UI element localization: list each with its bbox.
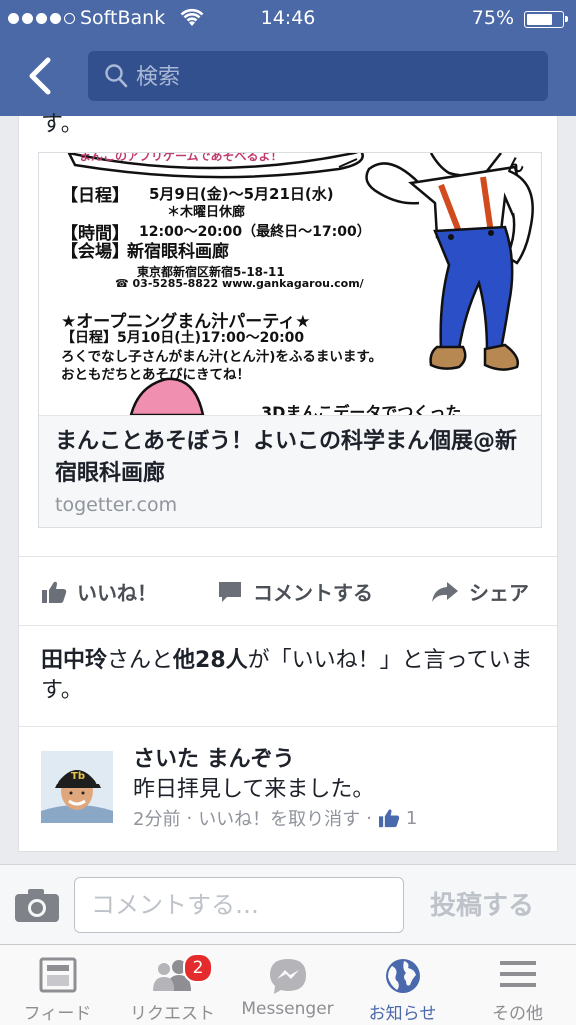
link-preview-image: まんこのアプリゲームであそべるよ！ ん 【日程】 5月9日(金)〜5月21日(水… bbox=[39, 153, 541, 415]
poster-venue-label: 【会場】 bbox=[61, 242, 129, 262]
tab-label: Messenger bbox=[241, 999, 334, 1019]
battery-percentage: 75% bbox=[471, 7, 514, 29]
poster-phone: ☎ 03-5285-8822 www.gankagarou.com/ bbox=[115, 277, 364, 290]
comment-time: 2分前 bbox=[133, 809, 181, 830]
link-info: まんことあそぼう！よいこの科学まん個展@新宿眼科画廊 togetter.com bbox=[39, 415, 541, 527]
globe-icon bbox=[385, 959, 420, 993]
poster-venue-value: 新宿眼科画廊 bbox=[127, 242, 229, 262]
share-icon bbox=[432, 581, 458, 602]
svg-text:Tb: Tb bbox=[71, 771, 85, 782]
post-text-truncated: す。 bbox=[41, 112, 83, 137]
tab-notifications[interactable]: お知らせ bbox=[345, 945, 460, 1025]
avatar[interactable]: Tb bbox=[41, 751, 113, 823]
likes-text-1: さんと bbox=[107, 648, 174, 673]
liker-name[interactable]: 田中玲 bbox=[41, 648, 107, 673]
likers-others[interactable]: 他28人 bbox=[173, 648, 248, 673]
messenger-icon bbox=[269, 959, 306, 994]
menu-icon bbox=[499, 961, 536, 987]
likes-summary[interactable]: 田中玲さんと他28人が「いいね！」と言っています。 bbox=[41, 646, 541, 706]
tab-messenger[interactable]: Messenger bbox=[230, 945, 345, 1025]
post-comment-button[interactable]: 投稿する bbox=[430, 885, 534, 922]
tab-label: その他 bbox=[492, 1004, 543, 1024]
tab-feed[interactable]: フィード bbox=[0, 945, 115, 1025]
poster-party-line1: ろくでなし子さんがまん汁(とん汁)をふるまいます。 bbox=[61, 349, 383, 365]
battery-icon bbox=[524, 11, 568, 28]
top-navigation-bar: SoftBank 14:46 75% bbox=[0, 0, 576, 116]
commenter-photo: Tb bbox=[41, 751, 113, 823]
search-input[interactable] bbox=[134, 59, 538, 95]
back-arrow-icon[interactable] bbox=[24, 56, 58, 96]
comment-label: コメントする bbox=[253, 581, 373, 605]
tab-more[interactable]: その他 bbox=[460, 945, 575, 1025]
tab-requests[interactable]: 2 リクエスト bbox=[115, 945, 230, 1025]
comment-icon bbox=[219, 581, 241, 602]
comment-item: Tb さいた まんぞう 昨日拝見して来ました。 2分前 · いいね！を取り消す … bbox=[19, 726, 557, 852]
poster-party-line2: おともだちとあそびにきてね！ bbox=[61, 367, 250, 383]
poster-closed-note: ＊木曜日休廊 bbox=[167, 205, 246, 220]
poster-banner: まんこのアプリゲームであそべるよ！ bbox=[79, 153, 283, 163]
comment-input[interactable]: コメントする… bbox=[74, 877, 404, 933]
unlike-link[interactable]: いいね！を取り消す bbox=[198, 805, 360, 831]
poster-party-date: 【日程】5月10日(土)17:00〜20:00 bbox=[61, 330, 305, 346]
poster-side-text: ん bbox=[507, 156, 524, 176]
comment-like-count[interactable]: 1 bbox=[406, 808, 417, 829]
tab-label: お知らせ bbox=[368, 1004, 437, 1024]
camera-icon[interactable] bbox=[14, 887, 60, 923]
separator-dot: · bbox=[366, 807, 372, 829]
poster-bottom-text: 3Dまんこデータでつくった bbox=[261, 403, 462, 415]
link-domain: togetter.com bbox=[55, 494, 178, 516]
requests-badge: 2 bbox=[183, 953, 213, 983]
comment-text: 昨日拝見して来ました。 bbox=[133, 777, 375, 802]
tab-bar: フィード 2 リクエスト Messenger お知らせ その他 bbox=[0, 944, 576, 1025]
like-label: いいね！ bbox=[77, 581, 157, 605]
search-bar[interactable] bbox=[88, 51, 548, 101]
post-actions-bar: いいね！ コメントする シェア bbox=[19, 556, 557, 626]
poster-date-label: 【日程】 bbox=[61, 186, 129, 206]
comment-composer: コメントする… 投稿する bbox=[0, 864, 576, 945]
comment-button[interactable]: コメントする bbox=[217, 577, 373, 606]
thumbs-up-icon bbox=[378, 809, 400, 828]
comment-author[interactable]: さいた まんぞう bbox=[133, 741, 295, 773]
comment-meta: 2分前 · いいね！を取り消す · 1 bbox=[133, 805, 417, 831]
tab-label: リクエスト bbox=[130, 1004, 215, 1024]
tab-label: フィード bbox=[23, 1004, 92, 1024]
search-icon bbox=[105, 64, 128, 88]
thumbs-up-icon bbox=[42, 581, 67, 603]
post-card: す。 まんこのアプリゲームであそべるよ！ ん 【日程】 5月9日(金)〜5月21… bbox=[18, 112, 558, 852]
separator-dot: · bbox=[186, 807, 193, 829]
feed-icon bbox=[39, 957, 76, 993]
link-preview[interactable]: まんこのアプリゲームであそべるよ！ ん 【日程】 5月9日(金)〜5月21日(水… bbox=[38, 152, 542, 528]
share-label: シェア bbox=[469, 581, 529, 605]
share-button[interactable]: シェア bbox=[431, 577, 529, 606]
status-bar: SoftBank 14:46 75% bbox=[0, 0, 576, 38]
like-button[interactable]: いいね！ bbox=[41, 577, 157, 606]
link-title[interactable]: まんことあそぼう！よいこの科学まん個展@新宿眼科画廊 bbox=[55, 426, 525, 490]
